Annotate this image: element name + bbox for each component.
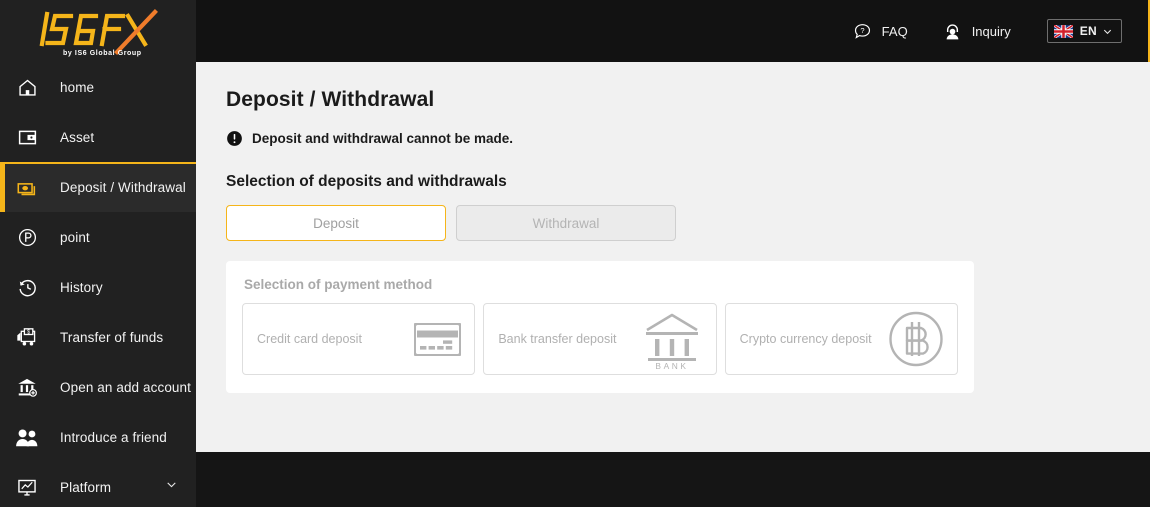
payment-method-label: Bank transfer deposit: [498, 332, 617, 346]
app-root: by IS6 Global Group home Asset Deposit /…: [0, 0, 1150, 507]
payment-method-label: Crypto currency deposit: [739, 332, 872, 346]
sidebar-item-label: Introduce a friend: [60, 429, 167, 445]
notice-banner: Deposit and withdrawal cannot be made.: [226, 130, 1120, 147]
page-title: Deposit / Withdrawal: [226, 88, 435, 111]
tab-deposit[interactable]: Deposit: [226, 205, 446, 241]
sidebar-item-introduce-a-friend[interactable]: Introduce a friend: [0, 412, 196, 462]
payment-method-crypto-currency[interactable]: Crypto currency deposit: [724, 303, 958, 375]
sidebar-nav: home Asset Deposit / Withdrawal point Hi…: [0, 62, 196, 507]
banknotes-icon: [12, 174, 42, 202]
inquiry-label: Inquiry: [971, 23, 1011, 39]
sidebar-item-point[interactable]: point: [0, 212, 196, 262]
sidebar-item-label: Asset: [60, 129, 95, 145]
point-circle-p-icon: [12, 223, 42, 251]
sidebar-item-label: Platform: [60, 479, 112, 495]
home-icon: [12, 73, 42, 101]
sidebar-item-platform[interactable]: Platform: [0, 462, 196, 507]
bank-plus-icon: [12, 373, 42, 401]
sidebar-item-deposit-withdrawal[interactable]: Deposit / Withdrawal: [0, 162, 196, 212]
payment-method-panel: Selection of payment method Credit card …: [226, 261, 974, 393]
sidebar-item-asset[interactable]: Asset: [0, 112, 196, 162]
chevron-down-icon: [1102, 26, 1113, 37]
tab-withdrawal-label: Withdrawal: [532, 215, 600, 231]
payment-method-credit-card[interactable]: Credit card deposit: [242, 303, 476, 375]
sidebar-item-label: point: [60, 229, 90, 245]
question-speech-bubble-icon: ?: [852, 20, 874, 42]
payment-method-cards: Credit card deposit Bank transfer deposi…: [242, 303, 958, 375]
clock-rewind-icon: [12, 273, 42, 301]
credit-card-icon: [414, 322, 462, 356]
inquiry-link[interactable]: Inquiry: [942, 20, 1011, 42]
bitcoin-circle-icon: [888, 311, 944, 367]
bank-building-icon: BANK: [641, 308, 703, 370]
brand-logo[interactable]: by IS6 Global Group: [0, 0, 196, 62]
sidebar-item-label: Transfer of funds: [60, 329, 164, 345]
monitor-chart-icon: [12, 473, 42, 501]
chevron-down-icon[interactable]: [165, 478, 178, 496]
deposit-withdrawal-toggle: Deposit Withdrawal: [226, 205, 1120, 241]
uk-flag-icon: [1053, 24, 1073, 38]
sidebar-item-label: Open an add account: [60, 379, 192, 395]
svg-text:$: $: [27, 329, 30, 335]
sidebar-item-history[interactable]: History: [0, 262, 196, 312]
language-selector[interactable]: EN: [1046, 19, 1122, 43]
sidebar-item-home[interactable]: home: [0, 62, 196, 112]
sidebar-item-open-an-add-account[interactable]: Open an add account: [0, 362, 196, 412]
language-code: EN: [1079, 24, 1097, 38]
main-content: Deposit / Withdrawal Deposit and withdra…: [196, 62, 1150, 452]
sidebar-item-label: Deposit / Withdrawal: [60, 180, 186, 195]
sidebar-item-label: home: [60, 79, 95, 95]
headset-person-icon: [942, 20, 964, 42]
sidebar: by IS6 Global Group home Asset Deposit /…: [0, 0, 196, 507]
svg-text:?: ?: [861, 26, 865, 35]
section-title: Selection of deposits and withdrawals: [226, 173, 507, 190]
tab-withdrawal[interactable]: Withdrawal: [456, 205, 676, 241]
tab-deposit-label: Deposit: [313, 215, 359, 231]
money-truck-icon: $: [12, 323, 42, 351]
exclamation-circle-icon: [226, 130, 243, 147]
payment-method-bank-transfer[interactable]: Bank transfer deposit BANK: [483, 303, 717, 375]
bank-icon-caption: BANK: [655, 361, 688, 370]
wallet-icon: [12, 123, 42, 151]
sidebar-item-transfer-of-funds[interactable]: $ Transfer of funds: [0, 312, 196, 362]
notice-text: Deposit and withdrawal cannot be made.: [252, 131, 514, 146]
page-bottom-area: [196, 452, 1150, 507]
payment-method-panel-title: Selection of payment method: [244, 277, 433, 292]
top-header: ? FAQ Inquiry EN: [196, 0, 1150, 62]
two-people-icon: [12, 423, 42, 451]
faq-link[interactable]: ? FAQ: [852, 20, 908, 42]
payment-method-label: Credit card deposit: [257, 332, 362, 346]
svg-text:by IS6 Global Group: by IS6 Global Group: [63, 50, 142, 57]
faq-label: FAQ: [881, 23, 908, 39]
is6fx-logo-icon: by IS6 Global Group: [39, 9, 158, 57]
sidebar-item-label: History: [60, 279, 103, 295]
